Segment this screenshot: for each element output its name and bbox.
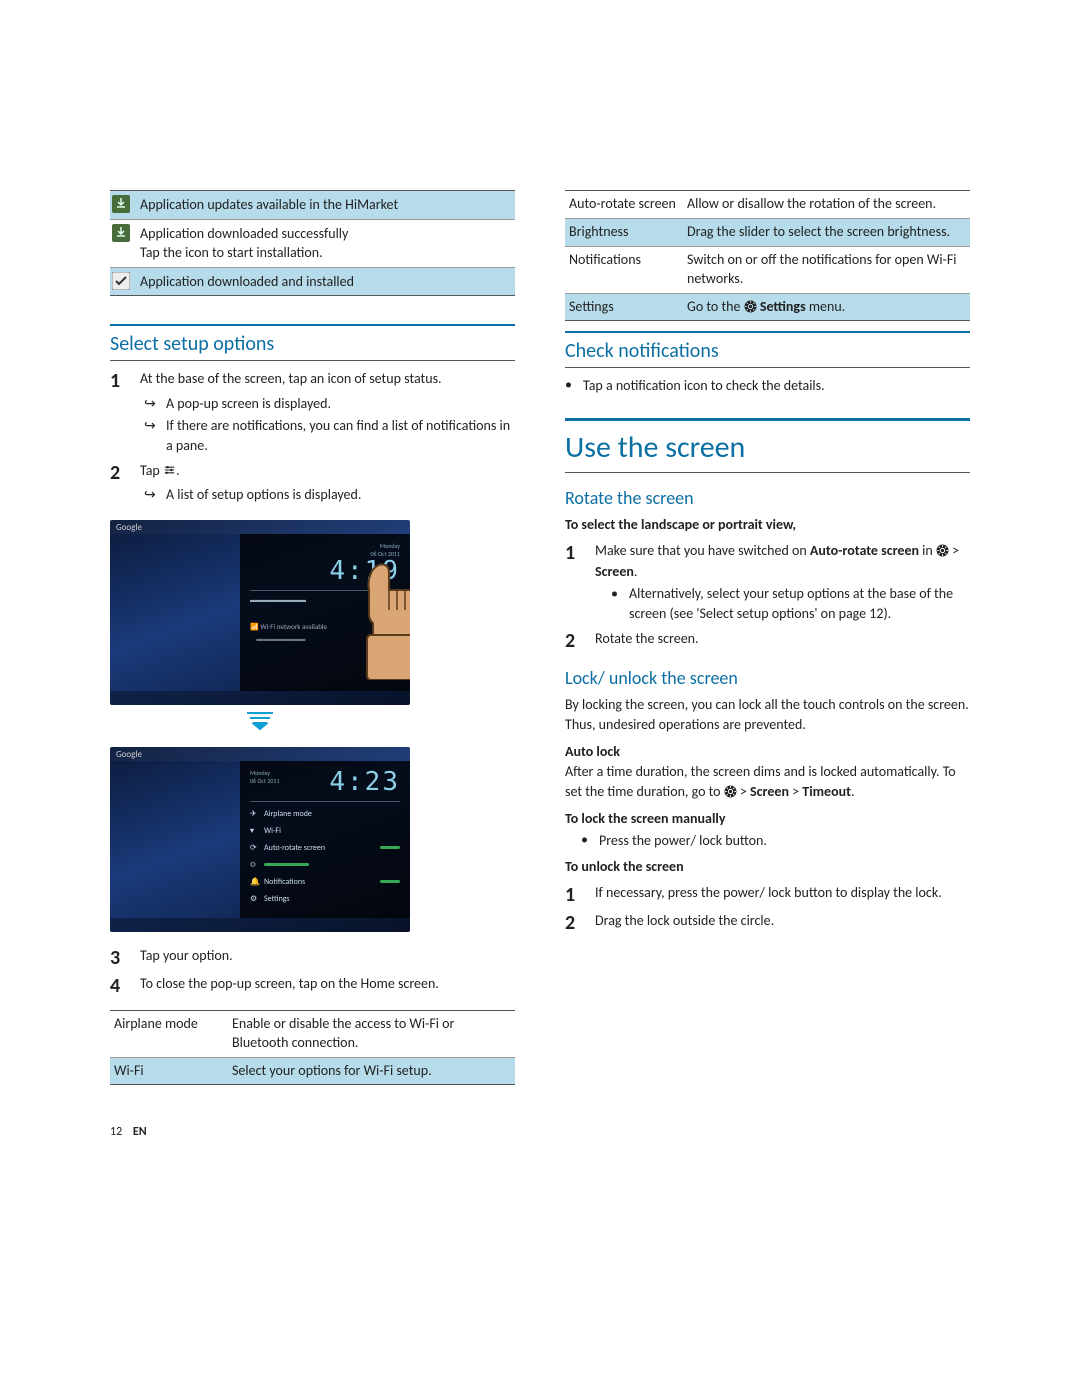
- step-number: 2: [110, 461, 140, 508]
- check-notifications-heading: Check notifications: [565, 331, 970, 368]
- setup-options-table-1: Airplane mode Enable or disable the acce…: [110, 1010, 515, 1086]
- gear-icon: [724, 785, 737, 798]
- brightness-icon: ☼: [250, 860, 264, 870]
- download-success-icon: [112, 224, 140, 242]
- pointing-hand-illustration: [349, 560, 410, 684]
- bullet-text: Tap a notification icon to check the det…: [583, 376, 970, 396]
- table-row: Notifications Switch on or off the notif…: [565, 247, 970, 294]
- step-text: At the base of the screen, tap an icon o…: [140, 370, 442, 387]
- step-3: 3 Tap your option.: [110, 946, 515, 970]
- table-row: Auto-rotate screen Allow or disallow the…: [565, 191, 970, 219]
- table-row: Brightness Drag the slider to select the…: [565, 219, 970, 247]
- gear-icon: [936, 544, 949, 557]
- step-text: To close the pop-up screen, tap on the H…: [140, 974, 515, 998]
- lock-manual-label: To lock the screen manually: [565, 809, 970, 829]
- down-arrow-icon: [110, 711, 410, 735]
- bullet-icon: •: [565, 376, 583, 396]
- step-text: Rotate the screen.: [595, 629, 970, 653]
- step-result: A list of setup options is displayed.: [166, 485, 515, 505]
- legend-row: Application downloaded successfully Tap …: [110, 220, 515, 268]
- page-language: EN: [133, 1125, 147, 1139]
- option-name: Airplane mode: [110, 1011, 228, 1057]
- gear-icon: ⚙: [250, 894, 264, 904]
- option-desc: Select your options for Wi-Fi setup.: [228, 1058, 515, 1085]
- screenshot-setup-options: Google Monday06 Oct 2011 4:23 ✈Airplane …: [110, 747, 515, 932]
- lock-paragraph: By locking the screen, you can lock all …: [565, 695, 970, 736]
- bullet-icon: •: [611, 584, 629, 623]
- rotate-icon: ⟳: [250, 843, 264, 853]
- option-desc: Go to the Settings menu.: [683, 294, 970, 321]
- sliders-icon: [163, 463, 176, 476]
- result-arrow-icon: ↪: [144, 416, 166, 455]
- step-result: A pop-up screen is displayed.: [166, 394, 515, 414]
- rotate-step-2: 2 Rotate the screen.: [565, 629, 970, 653]
- option-name: Settings: [565, 294, 683, 321]
- result-arrow-icon: ↪: [144, 394, 166, 414]
- screenshot-notifications-pane: Google Monday06 Oct 2011 4:19 ▬▬▬▬▬▬▬▬ 📶…: [110, 520, 515, 705]
- step-number: 1: [565, 541, 595, 625]
- legend-text: Application downloaded and installed: [140, 272, 513, 292]
- table-row: Settings Go to the Settings menu.: [565, 294, 970, 321]
- legend-text: Application updates available in the HiM…: [140, 195, 513, 215]
- page-footer: 12 EN: [110, 1125, 515, 1139]
- step-text: Tap your option.: [140, 946, 515, 970]
- bullet-text: Press the power/ lock button.: [599, 831, 970, 851]
- setup-options-table-2: Auto-rotate screen Allow or disallow the…: [565, 190, 970, 321]
- rotate-step-1: 1 Make sure that you have switched on Au…: [565, 541, 970, 625]
- step-text: If necessary, press the power/ lock butt…: [595, 883, 970, 907]
- notification-icon-legend: Application updates available in the HiM…: [110, 190, 515, 296]
- option-name: Wi-Fi: [110, 1058, 228, 1085]
- step-number: 1: [565, 883, 595, 907]
- use-the-screen-heading: Use the screen: [565, 418, 970, 473]
- legend-row: Application downloaded and installed: [110, 268, 515, 296]
- step-text: Drag the lock outside the circle.: [595, 911, 970, 935]
- step-number: 2: [565, 629, 595, 653]
- step-number: 1: [110, 369, 140, 457]
- select-setup-options-heading: Select setup options: [110, 324, 515, 361]
- rotate-screen-heading: Rotate the screen: [565, 487, 970, 509]
- result-arrow-icon: ↪: [144, 485, 166, 505]
- bullet-icon: •: [581, 831, 599, 851]
- step-4: 4 To close the pop-up screen, tap on the…: [110, 974, 515, 998]
- unlock-step-2: 2 Drag the lock outside the circle.: [565, 911, 970, 935]
- option-name: Auto-rotate screen: [565, 191, 683, 218]
- airplane-icon: ✈: [250, 809, 264, 819]
- wifi-icon: ▾: [250, 826, 264, 836]
- option-name: Brightness: [565, 219, 683, 246]
- option-desc: Switch on or off the notifications for o…: [683, 247, 970, 293]
- bell-icon: 🔔: [250, 877, 264, 887]
- auto-lock-text: After a time duration, the screen dims a…: [565, 762, 970, 803]
- option-desc: Allow or disallow the rotation of the sc…: [683, 191, 970, 218]
- table-row: Airplane mode Enable or disable the acce…: [110, 1011, 515, 1058]
- gear-icon: [744, 300, 757, 313]
- unlock-step-1: 1 If necessary, press the power/ lock bu…: [565, 883, 970, 907]
- step-number: 4: [110, 974, 140, 998]
- step-text: Tap: [140, 462, 163, 479]
- step-number: 2: [565, 911, 595, 935]
- step-2: 2 Tap . ↪ A list of setup options is dis…: [110, 461, 515, 508]
- bullet-text: Alternatively, select your setup options…: [629, 584, 970, 623]
- auto-lock-label: Auto lock: [565, 743, 620, 760]
- page-number: 12: [110, 1125, 122, 1139]
- download-available-icon: [112, 195, 140, 213]
- step-result: If there are notifications, you can find…: [166, 416, 515, 455]
- unlock-label: To unlock the screen: [565, 857, 970, 877]
- option-desc: Drag the slider to select the screen bri…: [683, 219, 970, 246]
- legend-text: Application downloaded successfully Tap …: [140, 224, 513, 263]
- lock-unlock-heading: Lock/ unlock the screen: [565, 667, 970, 689]
- table-row: Wi-Fi Select your options for Wi-Fi setu…: [110, 1058, 515, 1085]
- legend-row: Application updates available in the HiM…: [110, 191, 515, 220]
- rotate-intro: To select the landscape or portrait view…: [565, 515, 970, 535]
- step-1: 1 At the base of the screen, tap an icon…: [110, 369, 515, 457]
- option-desc: Enable or disable the access to Wi-Fi or…: [228, 1011, 515, 1057]
- step-number: 3: [110, 946, 140, 970]
- installed-icon: [112, 272, 140, 290]
- option-name: Notifications: [565, 247, 683, 293]
